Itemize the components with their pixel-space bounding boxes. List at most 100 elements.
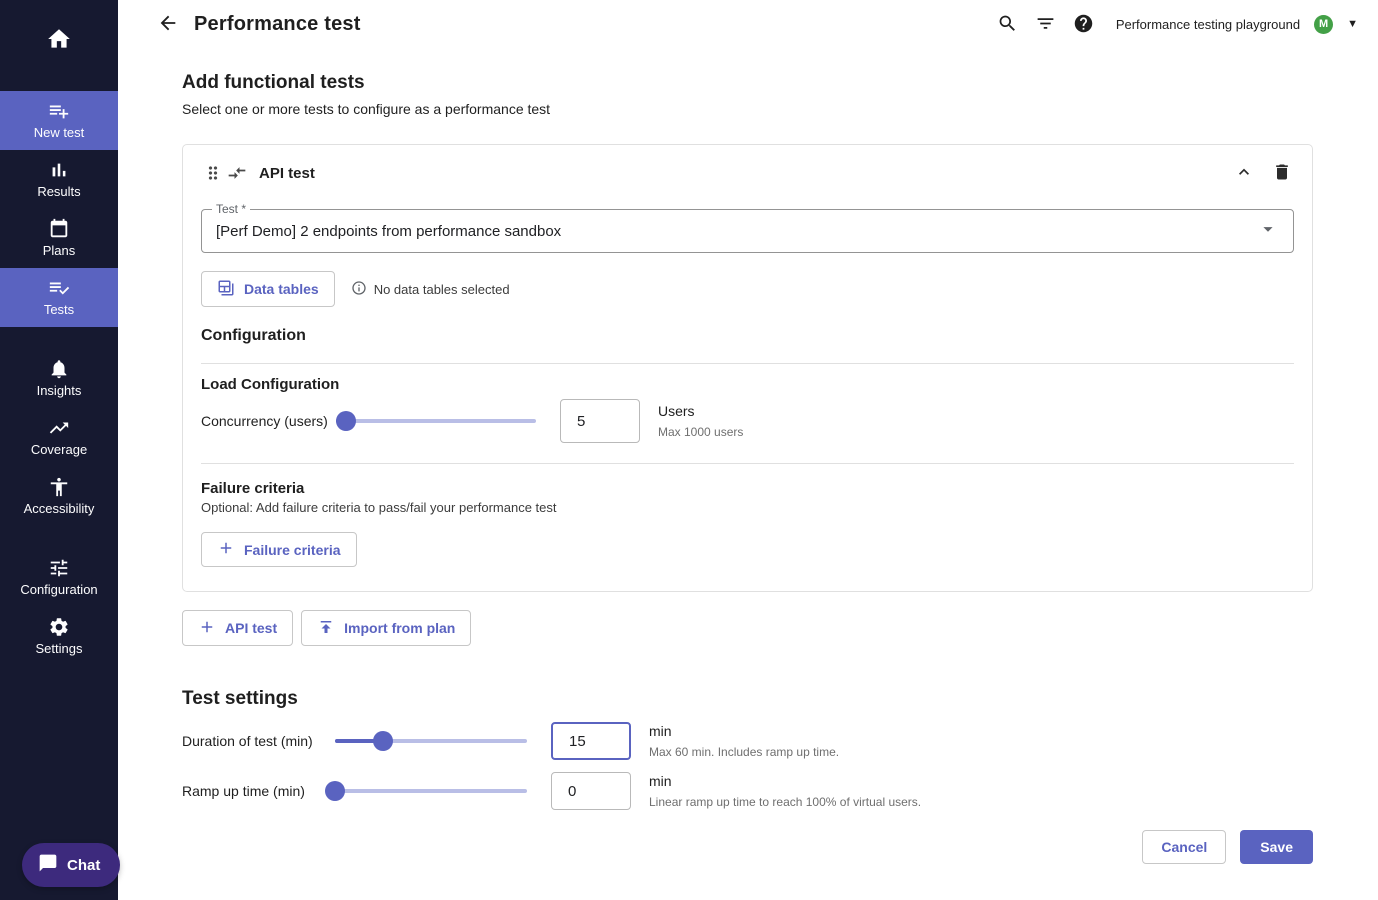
add-failure-criteria-button[interactable]: Failure criteria: [201, 532, 357, 567]
failure-criteria-heading: Failure criteria: [201, 480, 1294, 497]
sidebar-item-home[interactable]: [0, 26, 118, 57]
sidebar-item-tests[interactable]: Tests: [0, 268, 118, 327]
ramp-slider[interactable]: [335, 781, 527, 801]
back-button[interactable]: [155, 11, 181, 37]
sidebar-item-insights[interactable]: Insights: [0, 349, 118, 408]
chat-label: Chat: [67, 857, 100, 874]
data-tables-row: Data tables No data tables selected: [201, 271, 1294, 307]
concurrency-slider-thumb[interactable]: [336, 411, 356, 431]
data-tables-label: Data tables: [244, 281, 319, 297]
card-title: API test: [259, 165, 315, 182]
sidebar-item-results[interactable]: Results: [0, 150, 118, 209]
ramp-helper: Linear ramp up time to reach 100% of vir…: [649, 794, 921, 810]
duration-slider[interactable]: [335, 731, 527, 751]
concurrency-label: Concurrency (users): [201, 413, 336, 429]
import-from-plan-button[interactable]: Import from plan: [301, 610, 471, 646]
no-data-tables-text: No data tables selected: [374, 282, 510, 297]
avatar[interactable]: M: [1314, 15, 1333, 34]
filter-button[interactable]: [1034, 12, 1058, 36]
calendar-icon: [48, 218, 70, 240]
duration-row: Duration of test (min) min Max 60 min. I…: [182, 722, 1313, 760]
import-from-plan-label: Import from plan: [344, 620, 455, 636]
header-actions: Performance testing playground M ▼: [996, 12, 1358, 36]
collapse-button[interactable]: [1232, 160, 1256, 184]
concurrency-input[interactable]: [560, 399, 640, 443]
ramp-unit: min: [649, 772, 921, 790]
configuration-heading: Configuration: [201, 327, 1294, 345]
drag-handle[interactable]: [201, 161, 225, 185]
ramp-input[interactable]: [551, 772, 631, 810]
delete-test-button[interactable]: [1270, 160, 1294, 184]
api-test-card: API test: [182, 144, 1313, 592]
plus-icon: [217, 539, 235, 560]
ramp-slider-thumb[interactable]: [325, 781, 345, 801]
sidebar-item-new-test[interactable]: New test: [0, 91, 118, 150]
ramp-label: Ramp up time (min): [182, 783, 335, 799]
sidebar-item-label: Configuration: [20, 582, 97, 598]
help-button[interactable]: [1072, 12, 1096, 36]
bar-chart-icon: [48, 159, 70, 181]
no-data-tables-hint: No data tables selected: [351, 280, 510, 299]
back-arrow-icon: [157, 22, 179, 37]
info-icon: [351, 280, 367, 299]
compare-arrows-icon: [227, 171, 247, 186]
trending-up-icon: [48, 417, 70, 439]
app: New test Results Plans Tests Insig: [0, 0, 1378, 900]
save-button[interactable]: Save: [1240, 830, 1313, 864]
duration-helper: Max 60 min. Includes ramp up time.: [649, 744, 839, 760]
sidebar-item-label: Plans: [43, 243, 76, 259]
sidebar-item-settings[interactable]: Settings: [0, 607, 118, 666]
divider: [201, 363, 1294, 364]
data-tables-icon: [217, 279, 235, 300]
duration-label: Duration of test (min): [182, 733, 335, 749]
sidebar-item-accessibility[interactable]: Accessibility: [0, 467, 118, 526]
chevron-down-icon[interactable]: ▼: [1347, 18, 1358, 30]
new-test-icon: [48, 100, 70, 122]
card-header: API test: [201, 159, 1294, 187]
sidebar-item-label: Settings: [36, 641, 83, 657]
chevron-up-icon: [1234, 170, 1254, 185]
accessibility-icon: [48, 476, 70, 498]
test-select[interactable]: Test * [Perf Demo] 2 endpoints from perf…: [201, 209, 1294, 253]
page-subheading: Select one or more tests to configure as…: [182, 100, 1313, 118]
plus-icon: [198, 618, 216, 639]
add-buttons-row: API test Import from plan: [182, 610, 1313, 646]
sidebar-item-label: Insights: [37, 383, 82, 399]
duration-input[interactable]: [551, 722, 631, 760]
data-tables-button[interactable]: Data tables: [201, 271, 335, 307]
sidebar-item-coverage[interactable]: Coverage: [0, 408, 118, 467]
chat-button[interactable]: Chat: [22, 843, 120, 887]
trash-icon: [1272, 170, 1292, 185]
sidebar-item-label: Coverage: [31, 442, 87, 458]
dropdown-arrow-icon: [1257, 218, 1279, 245]
compare-arrows-button[interactable]: [225, 161, 249, 185]
page-heading: Add functional tests: [182, 72, 1313, 94]
sidebar-item-configuration[interactable]: Configuration: [0, 548, 118, 607]
search-icon: [997, 22, 1018, 37]
add-api-test-button[interactable]: API test: [182, 610, 293, 646]
failure-criteria-subtext: Optional: Add failure criteria to pass/f…: [201, 500, 1294, 516]
sidebar-item-label: Tests: [44, 302, 74, 318]
main-content: Add functional tests Select one or more …: [118, 48, 1378, 864]
search-button[interactable]: [996, 12, 1020, 36]
chat-bubble-icon: [38, 853, 58, 877]
duration-slider-thumb[interactable]: [373, 731, 393, 751]
failure-criteria-button-label: Failure criteria: [244, 542, 341, 558]
footer-actions: Cancel Save: [182, 830, 1313, 864]
cancel-button[interactable]: Cancel: [1142, 830, 1226, 864]
sidebar-item-plans[interactable]: Plans: [0, 209, 118, 268]
project-name: Performance testing playground: [1116, 17, 1300, 32]
concurrency-unit: Users: [658, 402, 743, 420]
drag-indicator-icon: [203, 171, 223, 186]
import-icon: [317, 618, 335, 639]
test-select-value: [Perf Demo] 2 endpoints from performance…: [216, 223, 561, 240]
add-api-test-label: API test: [225, 620, 277, 636]
concurrency-slider[interactable]: [336, 411, 536, 431]
concurrency-row: Concurrency (users) Users Max 1000 users: [201, 397, 1294, 445]
sidebar-item-label: Accessibility: [24, 501, 95, 517]
bell-icon: [48, 358, 70, 380]
test-select-label: Test *: [212, 202, 250, 216]
ramp-row: Ramp up time (min) min Linear ramp up ti…: [182, 772, 1313, 810]
test-settings-heading: Test settings: [182, 688, 1313, 710]
page-title: Performance test: [194, 13, 361, 36]
